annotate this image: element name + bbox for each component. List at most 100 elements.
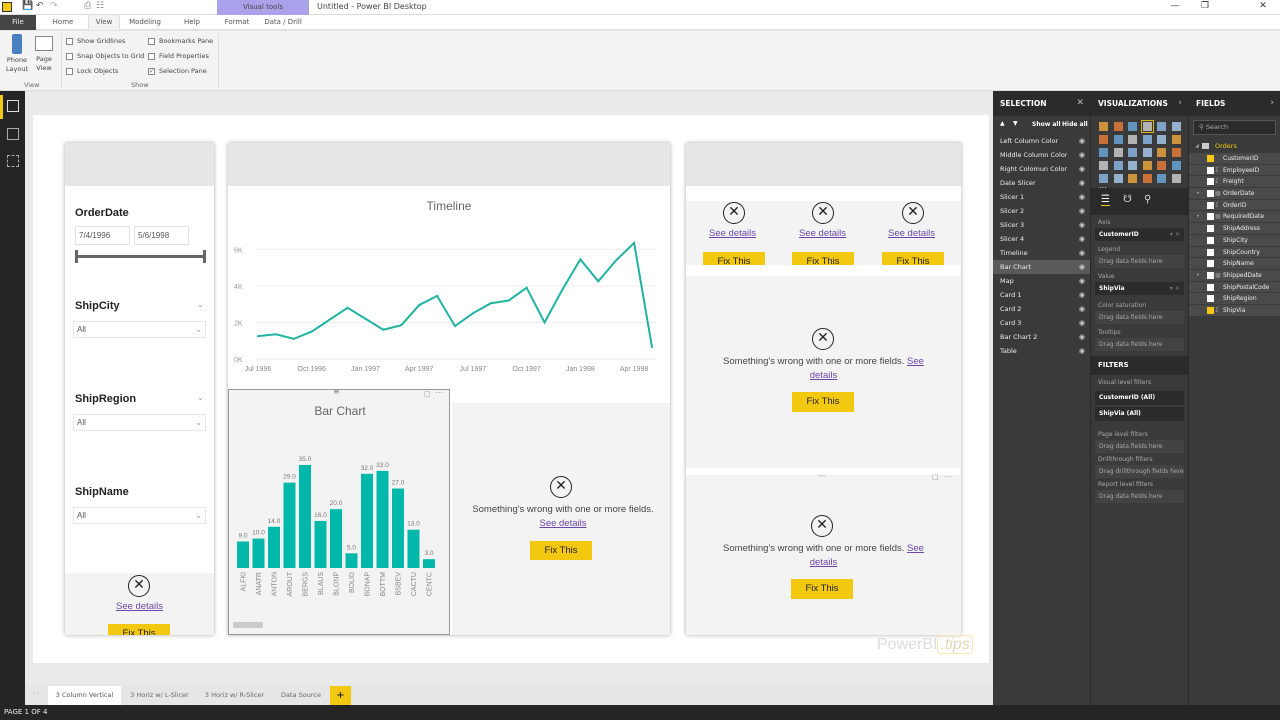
data-point[interactable]: [543, 321, 546, 324]
visibility-eye-icon[interactable]: ◉: [1079, 176, 1085, 190]
relationships-view-icon[interactable]: [7, 155, 19, 167]
show-gridlines-checkbox[interactable]: Show Gridlines: [66, 36, 144, 48]
data-point[interactable]: [597, 280, 600, 283]
field-checkbox[interactable]: [1207, 248, 1214, 256]
visual-type-icon[interactable]: [1142, 135, 1152, 144]
visibility-eye-icon[interactable]: ◉: [1079, 288, 1085, 302]
data-point[interactable]: [561, 288, 564, 291]
visibility-eye-icon[interactable]: ◉: [1079, 274, 1085, 288]
visual-type-icon[interactable]: [1113, 135, 1123, 144]
selection-item[interactable]: Slicer 3 ◉: [993, 218, 1090, 232]
see-details-link[interactable]: See details: [709, 228, 756, 239]
data-point[interactable]: [292, 337, 295, 340]
visual-type-icon[interactable]: [1171, 135, 1181, 144]
collapse-icon[interactable]: ◢: [1195, 139, 1199, 153]
data-point[interactable]: [471, 312, 474, 315]
field-item[interactable]: ▸ ▦ RequiredDate: [1189, 211, 1280, 224]
field-item[interactable]: ▸ ▦ OrderDate: [1189, 188, 1280, 200]
field-checkbox[interactable]: [1207, 155, 1214, 162]
field-checkbox[interactable]: [1207, 306, 1214, 314]
selection-item[interactable]: Left Column Color ◉: [993, 134, 1090, 148]
data-point[interactable]: [525, 286, 528, 289]
visibility-eye-icon[interactable]: ◉: [1079, 246, 1085, 260]
data-point[interactable]: [489, 302, 492, 305]
page-view-button[interactable]: Page View: [32, 34, 56, 73]
visibility-eye-icon[interactable]: ◉: [1079, 260, 1085, 274]
bar-chart[interactable]: 9.0 ALFKI 10.0 ANATR 14.0 ANTON 29.0 AROUT 35.0 B…: [229, 420, 451, 616]
see-details-link[interactable]: See details: [888, 228, 935, 239]
selection-item[interactable]: Slicer 1 ◉: [993, 190, 1090, 204]
visual-type-icon[interactable]: [1171, 122, 1181, 131]
add-page-button[interactable]: +: [330, 686, 351, 705]
fix-this-button[interactable]: Fix This: [792, 392, 854, 412]
field-item[interactable]: CustomerID: [1189, 153, 1280, 165]
field-item[interactable]: Σ ShipVia: [1189, 304, 1280, 317]
color-saturation-well[interactable]: Drag data fields here: [1095, 311, 1184, 324]
field-checkbox[interactable]: [1207, 190, 1214, 198]
minimize-button[interactable]: —: [1168, 1, 1182, 11]
data-point[interactable]: [346, 306, 349, 309]
see-details-link[interactable]: See details: [65, 601, 214, 612]
analytics-icon[interactable]: ⚲: [1144, 194, 1151, 205]
page-tab[interactable]: 3 Column Vertical: [48, 686, 121, 705]
bar[interactable]: [392, 488, 404, 568]
visibility-eye-icon[interactable]: ◉: [1079, 344, 1085, 358]
expand-icon[interactable]: ▸: [1197, 270, 1200, 282]
restore-button[interactable]: ❐: [1198, 1, 1212, 11]
slider-start-handle[interactable]: [75, 250, 78, 263]
error-visual[interactable]: ✕ Something's wrong with one or more fie…: [452, 403, 670, 635]
field-checkbox[interactable]: [1207, 271, 1214, 279]
start-date-input[interactable]: 7/4/1996: [75, 226, 130, 245]
visual-type-icon[interactable]: [1099, 148, 1108, 157]
page-tab[interactable]: Data Source: [272, 686, 330, 705]
drag-handle-icon[interactable]: ≡: [333, 387, 340, 396]
visual-type-icon[interactable]: [1171, 148, 1181, 157]
data-point[interactable]: [651, 346, 653, 349]
phone-layout-button[interactable]: Phone Layout: [4, 34, 30, 74]
selection-item[interactable]: Bar Chart 2 ◉: [993, 330, 1090, 344]
visibility-eye-icon[interactable]: ◉: [1079, 134, 1085, 148]
field-item[interactable]: Σ OrderID: [1189, 199, 1280, 212]
page-filters-well[interactable]: Drag data fields here: [1095, 440, 1184, 453]
visual-type-icon[interactable]: [1157, 161, 1166, 170]
middle-column[interactable]: Timeline 0K 2K 4K 6K Jul 1996 Oct 1996 Jan 199…: [228, 143, 670, 635]
remove-field-icon[interactable]: ▾ ✕: [1170, 282, 1180, 295]
legend-well[interactable]: Drag data fields here: [1095, 255, 1184, 268]
visual-type-icon[interactable]: [1171, 161, 1181, 170]
chevron-right-icon[interactable]: ›: [1178, 91, 1182, 116]
visual-type-icon[interactable]: [1099, 135, 1108, 144]
bar[interactable]: [252, 538, 265, 568]
selection-item[interactable]: Card 2 ◉: [993, 302, 1090, 316]
bar[interactable]: [314, 520, 327, 568]
data-point[interactable]: [382, 328, 385, 331]
fields-tab-icon[interactable]: ☰: [1101, 194, 1110, 206]
fix-this-button[interactable]: Fix This: [882, 252, 944, 265]
expand-icon[interactable]: ▸: [1197, 188, 1200, 200]
visibility-eye-icon[interactable]: ◉: [1079, 162, 1085, 176]
visual-type-icon[interactable]: [1113, 122, 1123, 131]
shipcity-dropdown[interactable]: All ⌄: [73, 321, 206, 338]
selection-item[interactable]: Timeline ◉: [993, 246, 1090, 260]
bar[interactable]: [330, 509, 342, 568]
visibility-eye-icon[interactable]: ◉: [1079, 232, 1085, 246]
selection-item[interactable]: Card 3 ◉: [993, 316, 1090, 330]
error-visual[interactable]: — □ ⋯ ✕ Something's wrong with one or mo…: [686, 471, 961, 635]
tab-view[interactable]: View: [88, 15, 120, 30]
scroll-left-icon[interactable]: ‹ ›: [33, 690, 40, 697]
tab-data-drill[interactable]: Data / Drill: [260, 15, 306, 30]
visual-type-icon[interactable]: [1142, 174, 1152, 183]
selection-item[interactable]: Date Slicer ◉: [993, 176, 1090, 190]
report-view-icon[interactable]: [7, 100, 19, 112]
horizontal-scrollbar[interactable]: [233, 622, 263, 628]
see-details-link[interactable]: See: [907, 356, 924, 367]
data-point[interactable]: [364, 317, 367, 320]
close-button[interactable]: ✕: [1256, 1, 1270, 11]
bar[interactable]: [407, 529, 420, 568]
field-item[interactable]: ▸ ▦ ShippedDate: [1189, 269, 1280, 282]
fix-this-button[interactable]: Fix This: [791, 579, 853, 599]
selection-pane-checkbox[interactable]: ✓ Selection Pane: [148, 66, 213, 78]
visibility-eye-icon[interactable]: ◉: [1079, 148, 1085, 162]
report-filters-well[interactable]: Drag data fields here: [1095, 490, 1184, 503]
expand-icon[interactable]: ▸: [1197, 211, 1200, 223]
bring-forward-icon[interactable]: ▲: [1000, 120, 1005, 127]
